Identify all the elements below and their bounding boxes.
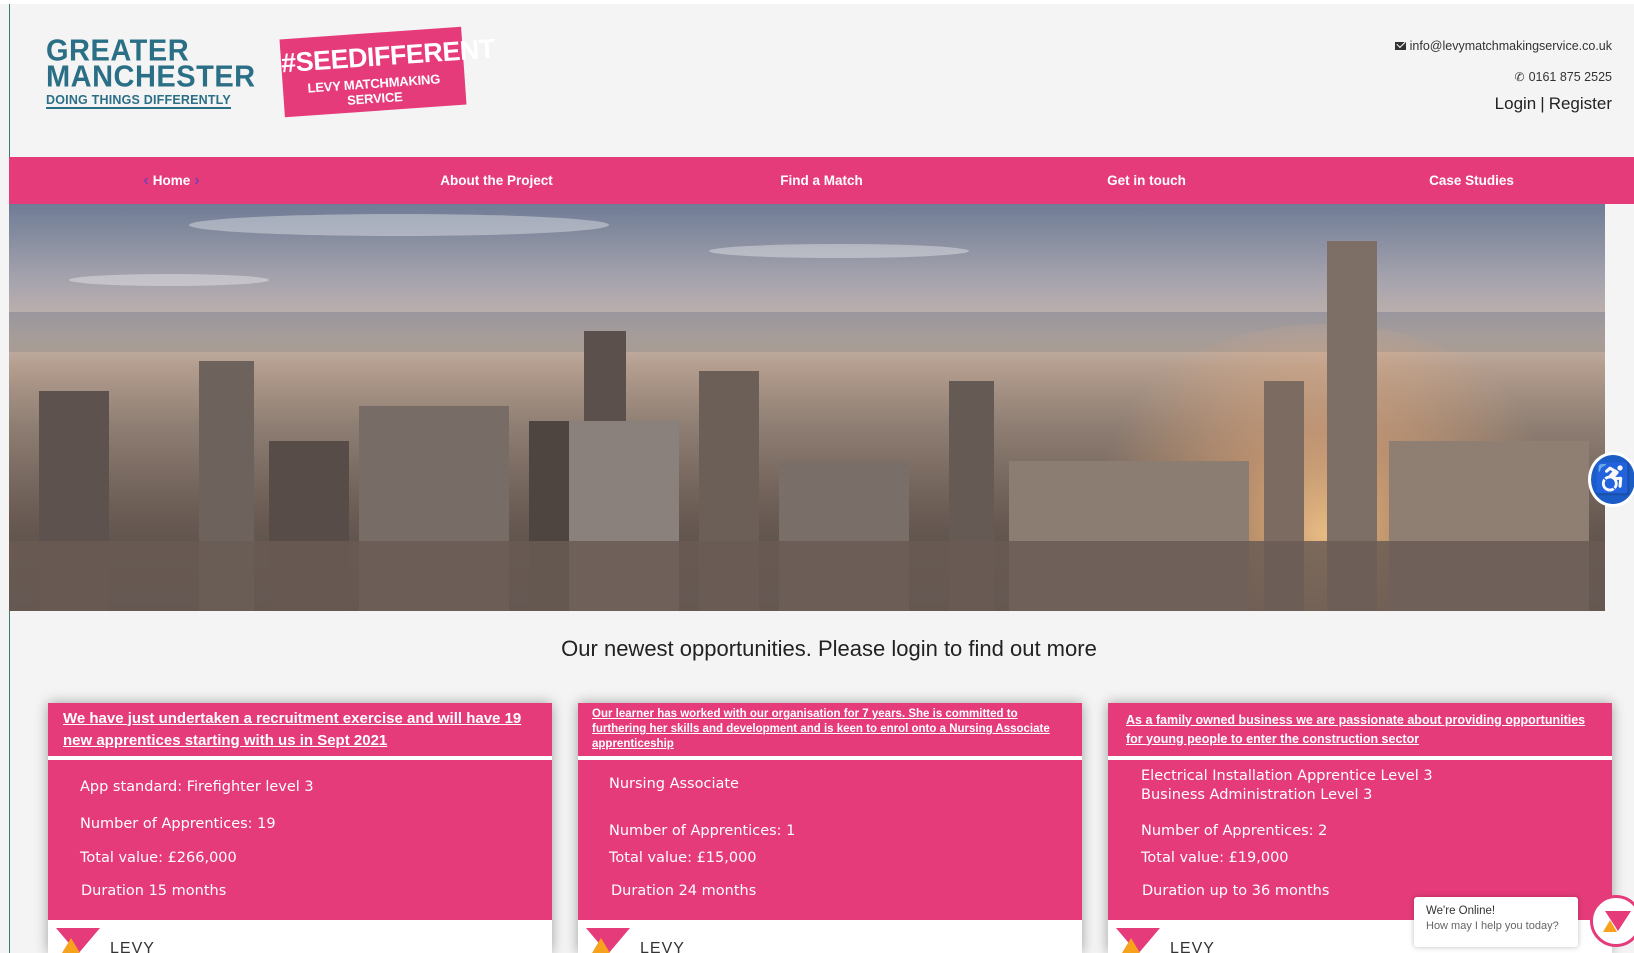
card-line: App standard: Firefighter level 3 bbox=[80, 779, 314, 795]
card-line: Business Administration Level 3 bbox=[1141, 787, 1373, 803]
login-link[interactable]: Login bbox=[1495, 94, 1537, 114]
nav-item-get-in-touch[interactable]: Get in touch bbox=[984, 157, 1309, 204]
card-line: Total value: £19,000 bbox=[1141, 850, 1289, 866]
main-nav: ‹ Home › About the Project Find a Match … bbox=[9, 157, 1634, 204]
hero-cloud bbox=[709, 244, 969, 258]
nav-item-find-match[interactable]: Find a Match bbox=[659, 157, 984, 204]
chat-popup[interactable]: We're Online! How may I help you today? bbox=[1414, 897, 1578, 947]
greater-manchester-logo[interactable]: GREATER MANCHESTER DOING THINGS DIFFEREN… bbox=[46, 36, 256, 109]
nav-item-label: Home bbox=[152, 173, 191, 188]
email-link[interactable]: info@levymatchmakingservice.co.uk bbox=[1410, 39, 1612, 53]
card-line: Number of Apprentices: 19 bbox=[80, 816, 276, 832]
card-line: Total value: £266,000 bbox=[80, 850, 237, 866]
auth-separator: | bbox=[1540, 94, 1545, 113]
nav-item-label: Case Studies bbox=[1429, 173, 1514, 188]
nav-item-case-studies[interactable]: Case Studies bbox=[1309, 157, 1634, 204]
card-body: Electrical Installation Apprentice Level… bbox=[1108, 760, 1612, 920]
card-line: Number of Apprentices: 1 bbox=[609, 823, 796, 839]
auth-links: Login | Register bbox=[1495, 94, 1612, 114]
section-title: Our newest opportunities. Please login t… bbox=[561, 636, 1097, 661]
card-footer-text: LEVY bbox=[1170, 940, 1215, 953]
nav-item-home[interactable]: ‹ Home › bbox=[9, 157, 334, 204]
chat-title: We're Online! bbox=[1426, 905, 1496, 917]
envelope-icon bbox=[1394, 41, 1406, 50]
nav-item-about[interactable]: About the Project bbox=[334, 157, 659, 204]
hero-skyline-image bbox=[9, 204, 1605, 611]
card-line: Duration 15 months bbox=[81, 883, 227, 899]
email-row[interactable]: info@levymatchmakingservice.co.uk bbox=[1394, 30, 1612, 61]
card-body: App standard: Firefighter level 3 Number… bbox=[48, 760, 552, 920]
card-title-link[interactable]: As a family owned business we are passio… bbox=[1108, 703, 1612, 758]
logo-gm-line2: MANCHESTER bbox=[46, 60, 256, 94]
phone-icon: ✆ bbox=[1514, 69, 1525, 84]
chat-logo-icon[interactable] bbox=[1590, 895, 1634, 947]
hero-cloud bbox=[189, 214, 609, 236]
nav-item-label: Find a Match bbox=[780, 173, 863, 188]
card-line: Duration 24 months bbox=[611, 883, 757, 899]
levy-logo-accent bbox=[592, 938, 610, 953]
card-title-link[interactable]: We have just undertaken a recruitment ex… bbox=[48, 703, 552, 758]
card-footer: LEVY bbox=[578, 920, 1082, 953]
contact-info: info@levymatchmakingservice.co.uk ✆ 0161… bbox=[1394, 30, 1612, 92]
levy-logo-accent bbox=[1122, 938, 1140, 953]
phone-number[interactable]: 0161 875 2525 bbox=[1529, 70, 1612, 84]
phone-row[interactable]: ✆ 0161 875 2525 bbox=[1395, 61, 1612, 92]
card-footer: LEVY bbox=[48, 920, 552, 953]
card-footer-text: LEVY bbox=[640, 940, 685, 953]
levy-logo-accent bbox=[62, 938, 80, 953]
hero-foreground bbox=[9, 541, 1605, 611]
card-line: Duration up to 36 months bbox=[1142, 883, 1330, 899]
see-different-logo[interactable]: #SEEDIFFERENT LEVY MATCHMAKING SERVICE bbox=[279, 26, 496, 118]
chevron-left-icon: ‹ bbox=[143, 171, 149, 189]
card-line: Total value: £15,000 bbox=[609, 850, 757, 866]
register-link[interactable]: Register bbox=[1549, 94, 1612, 114]
opportunity-card[interactable]: Our learner has worked with our organisa… bbox=[578, 703, 1082, 953]
card-line: Nursing Associate bbox=[609, 776, 739, 792]
chat-logo-accent bbox=[1603, 920, 1617, 932]
card-line: Number of Apprentices: 2 bbox=[1141, 823, 1328, 839]
nav-item-label: About the Project bbox=[440, 173, 553, 188]
accessibility-icon[interactable]: ♿ bbox=[1588, 452, 1634, 507]
card-footer-text: LEVY bbox=[110, 940, 155, 953]
card-line: Electrical Installation Apprentice Level… bbox=[1141, 768, 1433, 784]
card-title-link[interactable]: Our learner has worked with our organisa… bbox=[578, 703, 1082, 758]
chat-subtitle: How may I help you today? bbox=[1426, 920, 1559, 932]
logo-gm-tagline: DOING THINGS DIFFERENTLY bbox=[46, 93, 231, 109]
card-body: Nursing Associate Number of Apprentices:… bbox=[578, 760, 1082, 920]
nav-item-label: Get in touch bbox=[1107, 173, 1186, 188]
chevron-right-icon: › bbox=[194, 171, 200, 189]
opportunity-card[interactable]: We have just undertaken a recruitment ex… bbox=[48, 703, 552, 953]
hero-cloud bbox=[69, 274, 269, 286]
